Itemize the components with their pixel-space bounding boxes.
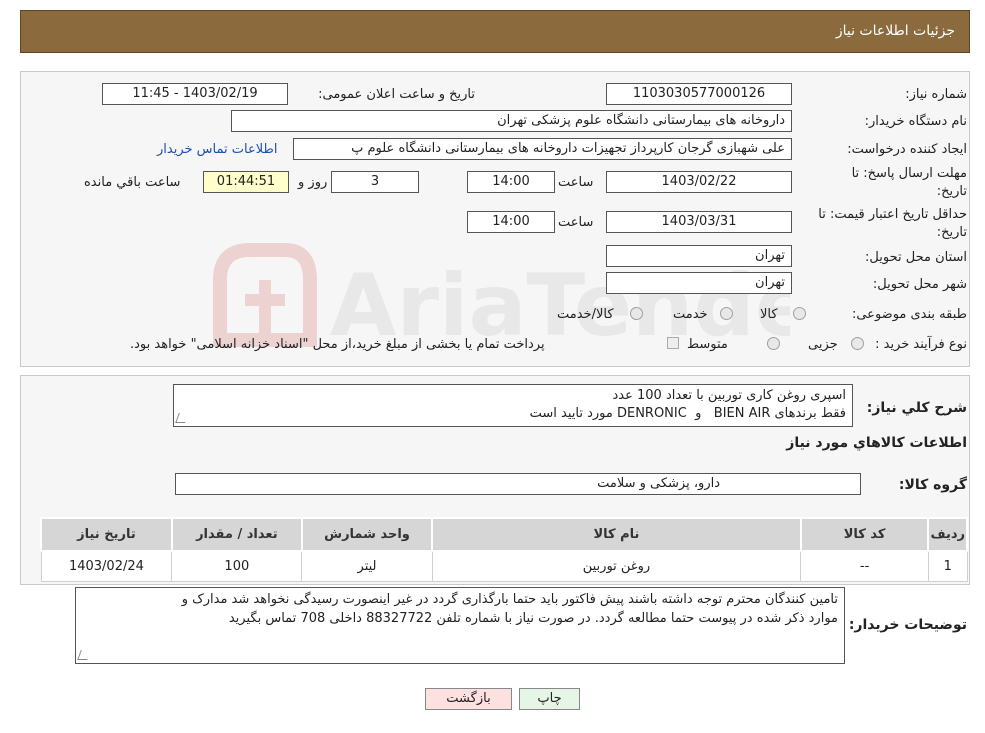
validity-time-label: ساعت [558, 215, 594, 230]
validity-label: حداقل تاريخ اعتبار قيمت: تا [818, 207, 967, 222]
process-medium-label: متوسط [687, 337, 728, 352]
table-header-row: ردیف کد کالا نام کالا واحد شمارش تعداد /… [40, 517, 968, 552]
time-remaining-label: ساعت باقي مانده [84, 175, 181, 190]
process-label: نوع فرآیند خرید : [875, 337, 967, 352]
goods-info-title: اطلاعات کالاهاي مورد نياز [786, 435, 967, 451]
requester-field: علی شهبازی گرجان کارپرداز تجهیزات داروخا… [293, 138, 792, 160]
treasury-checkbox[interactable] [667, 337, 679, 349]
category-goods-label: کالا [760, 307, 778, 322]
deadline-label-date: تاریخ: [936, 184, 967, 199]
deadline-label: مهلت ارسال پاسخ: تا [851, 166, 967, 181]
process-medium-radio[interactable] [767, 337, 780, 350]
category-label: طبقه بندی موضوعی: [851, 307, 967, 322]
validity-date-field: 1403/03/31 [606, 211, 792, 233]
resize-grip-icon[interactable] [77, 650, 91, 660]
deadline-date-field: 1403/02/22 [606, 171, 792, 193]
city-field: تهران [606, 272, 792, 294]
process-minor-radio[interactable] [851, 337, 864, 350]
description-textarea: اسپری روغن کاری توربین با تعداد 100 عدد … [173, 384, 853, 427]
time-remaining-field: 01:44:51 [203, 171, 289, 193]
description-line-1: اسپری روغن کاری توربین با تعداد 100 عدد [612, 388, 846, 403]
column-header: نام کالا [431, 517, 802, 552]
category-goods-service-label: کالا/خدمت [557, 307, 614, 322]
announce-datetime-field: 1403/02/19 - 11:45 [102, 83, 288, 105]
item-name-cell: روغن توربین [431, 550, 802, 582]
page-header: جزئیات اطلاعات نیاز [20, 10, 970, 53]
days-label: روز و [298, 175, 328, 190]
description-line-2: فقط برندهای BIEN AIR و DENRONIC مورد تای… [529, 406, 846, 421]
table-row: 1 -- روغن توربین لیتر 100 1403/02/24 [40, 550, 968, 582]
requester-label: ایجاد کننده درخواست: [847, 142, 967, 157]
column-header: کد کالا [799, 517, 930, 552]
buyer-notes-line-1: تامین کنندگان محترم توجه داشته باشند پیش… [181, 592, 838, 607]
buyer-org-field: داروخانه های بیمارستانی دانشگاه علوم پزش… [231, 110, 792, 132]
city-label: شهر محل تحویل: [872, 277, 967, 292]
buyer-notes-line-2: موارد ذکر شده در پیوست حتما مطالعه گردد.… [228, 611, 838, 626]
description-label: شرح کلي نياز: [866, 400, 967, 416]
column-header: تعداد / مقدار [170, 517, 303, 552]
deadline-time-label: ساعت [558, 175, 594, 190]
column-header: ردیف [927, 517, 968, 552]
announce-label: تاریخ و ساعت اعلان عمومی: [318, 87, 475, 102]
goods-group-field: دارو، پزشکی و سلامت [175, 473, 861, 495]
goods-table: ردیف کد کالا نام کالا واحد شمارش تعداد /… [40, 517, 968, 582]
buyer-notes-label: توضیحات خریدار: [848, 617, 967, 633]
row-number-cell: 1 [927, 550, 968, 582]
need-number-label: شماره نیاز: [905, 87, 967, 102]
buyer-notes-textarea: تامین کنندگان محترم توجه داشته باشند پیش… [75, 587, 845, 664]
province-label: استان محل تحویل: [865, 250, 967, 265]
quantity-cell: 100 [171, 550, 303, 582]
validity-time-field: 14:00 [467, 211, 555, 233]
buyer-org-label: نام دستگاه خریدار: [864, 114, 967, 129]
category-service-radio[interactable] [720, 307, 733, 320]
unit-cell: لیتر [301, 550, 433, 582]
need-date-cell: 1403/02/24 [40, 550, 173, 582]
page-title: جزئیات اطلاعات نیاز [835, 23, 955, 39]
back-button[interactable]: بازگشت [425, 688, 512, 710]
days-remaining-field: 3 [331, 171, 419, 193]
print-button[interactable]: چاپ [519, 688, 580, 710]
process-minor-label: جزیی [808, 337, 838, 352]
need-number-field: 1103030577000126 [606, 83, 792, 105]
item-code-cell: -- [800, 550, 929, 582]
category-service-label: خدمت [673, 307, 708, 322]
buyer-contact-link[interactable]: اطلاعات تماس خریدار [157, 142, 277, 157]
province-field: تهران [606, 245, 792, 267]
deadline-time-field: 14:00 [467, 171, 555, 193]
column-header: تاریخ نیاز [40, 517, 173, 552]
validity-label-date: تاريخ: [936, 225, 967, 240]
category-goods-service-radio[interactable] [630, 307, 643, 320]
column-header: واحد شمارش [300, 517, 434, 552]
process-payment-note: پرداخت تمام یا بخشی از مبلغ خرید،از محل … [130, 337, 545, 352]
category-goods-radio[interactable] [793, 307, 806, 320]
goods-group-label: گروه کالا: [898, 477, 967, 493]
